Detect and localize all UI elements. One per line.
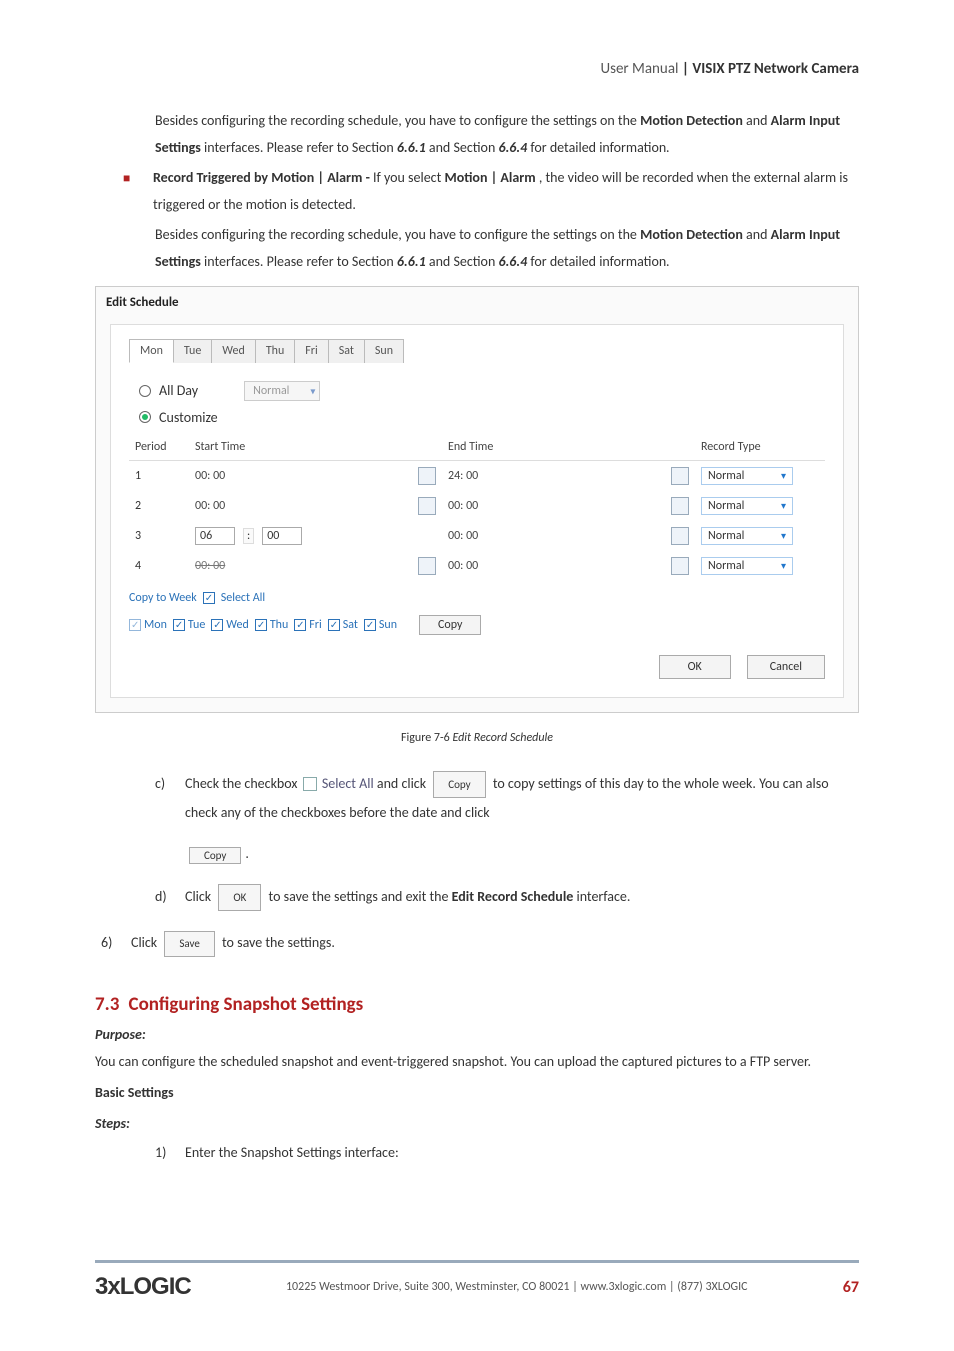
chevron-down-icon: ▾ <box>310 384 315 397</box>
bullet-marker-icon: ■ <box>123 171 153 218</box>
calendar-icon[interactable] <box>671 497 689 515</box>
inline-checkbox-icon <box>303 777 317 791</box>
copy-button[interactable]: Copy <box>419 615 481 635</box>
page-header: User Manual | VISIX PTZ Network Camera <box>95 60 859 78</box>
select-record-type[interactable]: Normal▾ <box>701 467 793 485</box>
chevron-down-icon: ▾ <box>781 469 786 482</box>
table-row: 3 06 : 00 00: 00 Normal▾ <box>129 521 825 551</box>
ok-button[interactable]: OK <box>659 655 731 679</box>
tab-sun[interactable]: Sun <box>364 339 404 363</box>
tab-sat[interactable]: Sat <box>328 339 365 363</box>
chevron-down-icon: ▾ <box>781 559 786 572</box>
select-record-type[interactable]: Normal▾ <box>701 557 793 575</box>
label-customize: Customize <box>159 409 218 426</box>
header-thin: User Manual <box>600 60 678 78</box>
figure-caption: Figure 7-6 Edit Record Schedule <box>95 731 859 745</box>
checkbox-day-mon[interactable] <box>129 619 141 631</box>
header-sep: | <box>678 60 692 78</box>
purpose-body: You can configure the scheduled snapshot… <box>95 1049 859 1074</box>
col-period: Period <box>129 440 189 454</box>
calendar-icon[interactable] <box>418 497 436 515</box>
checkbox-day-fri[interactable] <box>294 619 306 631</box>
select-all-label: Select All <box>221 591 265 605</box>
days-row: Mon Tue Wed Thu Fri Sat Sun Copy <box>129 615 825 635</box>
substep-1: 1) Enter the Snapshot Settings interface… <box>155 1140 859 1167</box>
table-row: 4 00: 00 00: 00 Normal▾ <box>129 551 825 581</box>
inline-copy-button-2: Copy <box>189 847 241 864</box>
tab-tue[interactable]: Tue <box>173 339 212 363</box>
select-record-type[interactable]: Normal▾ <box>701 497 793 515</box>
checkbox-day-thu[interactable] <box>255 619 267 631</box>
basic-settings-heading: Basic Settings <box>95 1080 859 1105</box>
paragraph-1: Besides configuring the recording schedu… <box>155 108 859 161</box>
table-row: 2 00: 00 00: 00 Normal▾ <box>129 491 825 521</box>
chevron-down-icon: ▾ <box>781 499 786 512</box>
schedule-grid: Period Start Time End Time Record Type 1… <box>129 434 825 581</box>
checkbox-day-tue[interactable] <box>173 619 185 631</box>
checkbox-day-wed[interactable] <box>211 619 223 631</box>
input-minute[interactable]: 00 <box>262 527 302 545</box>
select-record-mode[interactable]: Normal ▾ <box>244 381 320 401</box>
header-bold: VISIX PTZ Network Camera <box>692 60 859 78</box>
page-footer: 3xLOGIC 10225 Westmoor Drive, Suite 300,… <box>95 1260 859 1301</box>
bullet-record-triggered: ■ Record Triggered by Motion | Alarm - I… <box>95 165 859 218</box>
tab-fri[interactable]: Fri <box>294 339 328 363</box>
radio-customize[interactable] <box>139 411 151 423</box>
page-number: 67 <box>843 1278 859 1297</box>
input-hour[interactable]: 06 <box>195 527 235 545</box>
label-all-day: All Day <box>159 382 198 399</box>
edit-schedule-title: Edit Schedule <box>96 287 858 324</box>
checkbox-day-sat[interactable] <box>328 619 340 631</box>
chevron-down-icon: ▾ <box>781 529 786 542</box>
cancel-button[interactable]: Cancel <box>747 655 825 679</box>
inline-ok-button: OK <box>218 884 261 911</box>
col-end: End Time <box>442 440 695 454</box>
calendar-icon[interactable] <box>671 527 689 545</box>
section-heading: 7.3 Configuring Snapshot Settings <box>95 993 859 1016</box>
checkbox-select-all[interactable] <box>203 592 215 604</box>
inline-save-button: Save <box>164 931 214 957</box>
select-record-type[interactable]: Normal▾ <box>701 527 793 545</box>
calendar-icon[interactable] <box>418 467 436 485</box>
day-tabs: Mon Tue Wed Thu Fri Sat Sun <box>129 339 825 363</box>
tab-thu[interactable]: Thu <box>255 339 295 363</box>
calendar-icon[interactable] <box>418 557 436 575</box>
copy-to-week-label: Copy to Week <box>129 591 197 605</box>
col-start: Start Time <box>189 440 442 454</box>
checkbox-day-sun[interactable] <box>364 619 376 631</box>
calendar-icon[interactable] <box>671 557 689 575</box>
logo-3xlogic: 3xLOGIC <box>95 1273 191 1301</box>
calendar-icon[interactable] <box>671 467 689 485</box>
tab-mon[interactable]: Mon <box>129 339 174 363</box>
paragraph-2: Besides configuring the recording schedu… <box>155 222 859 275</box>
inline-copy-button: Copy <box>433 771 485 798</box>
edit-schedule-panel: Edit Schedule Mon Tue Wed Thu Fri Sat Su… <box>95 286 859 713</box>
footer-address: 10225 Westmoor Drive, Suite 300, Westmin… <box>191 1280 843 1294</box>
purpose-label: Purpose: <box>95 1026 859 1043</box>
inline-copy-line: Copy. <box>185 845 859 863</box>
col-rtype: Record Type <box>695 440 825 454</box>
step-c: c) Check the checkbox Select All and cli… <box>155 769 859 828</box>
radio-all-day[interactable] <box>139 385 151 397</box>
tab-wed[interactable]: Wed <box>211 339 256 363</box>
table-row: 1 00: 00 24: 00 Normal▾ <box>129 461 825 491</box>
step-6: 6) Click Save to save the settings. <box>101 929 859 957</box>
steps-label: Steps: <box>95 1115 859 1132</box>
step-d: d) Click OK to save the settings and exi… <box>155 882 859 911</box>
